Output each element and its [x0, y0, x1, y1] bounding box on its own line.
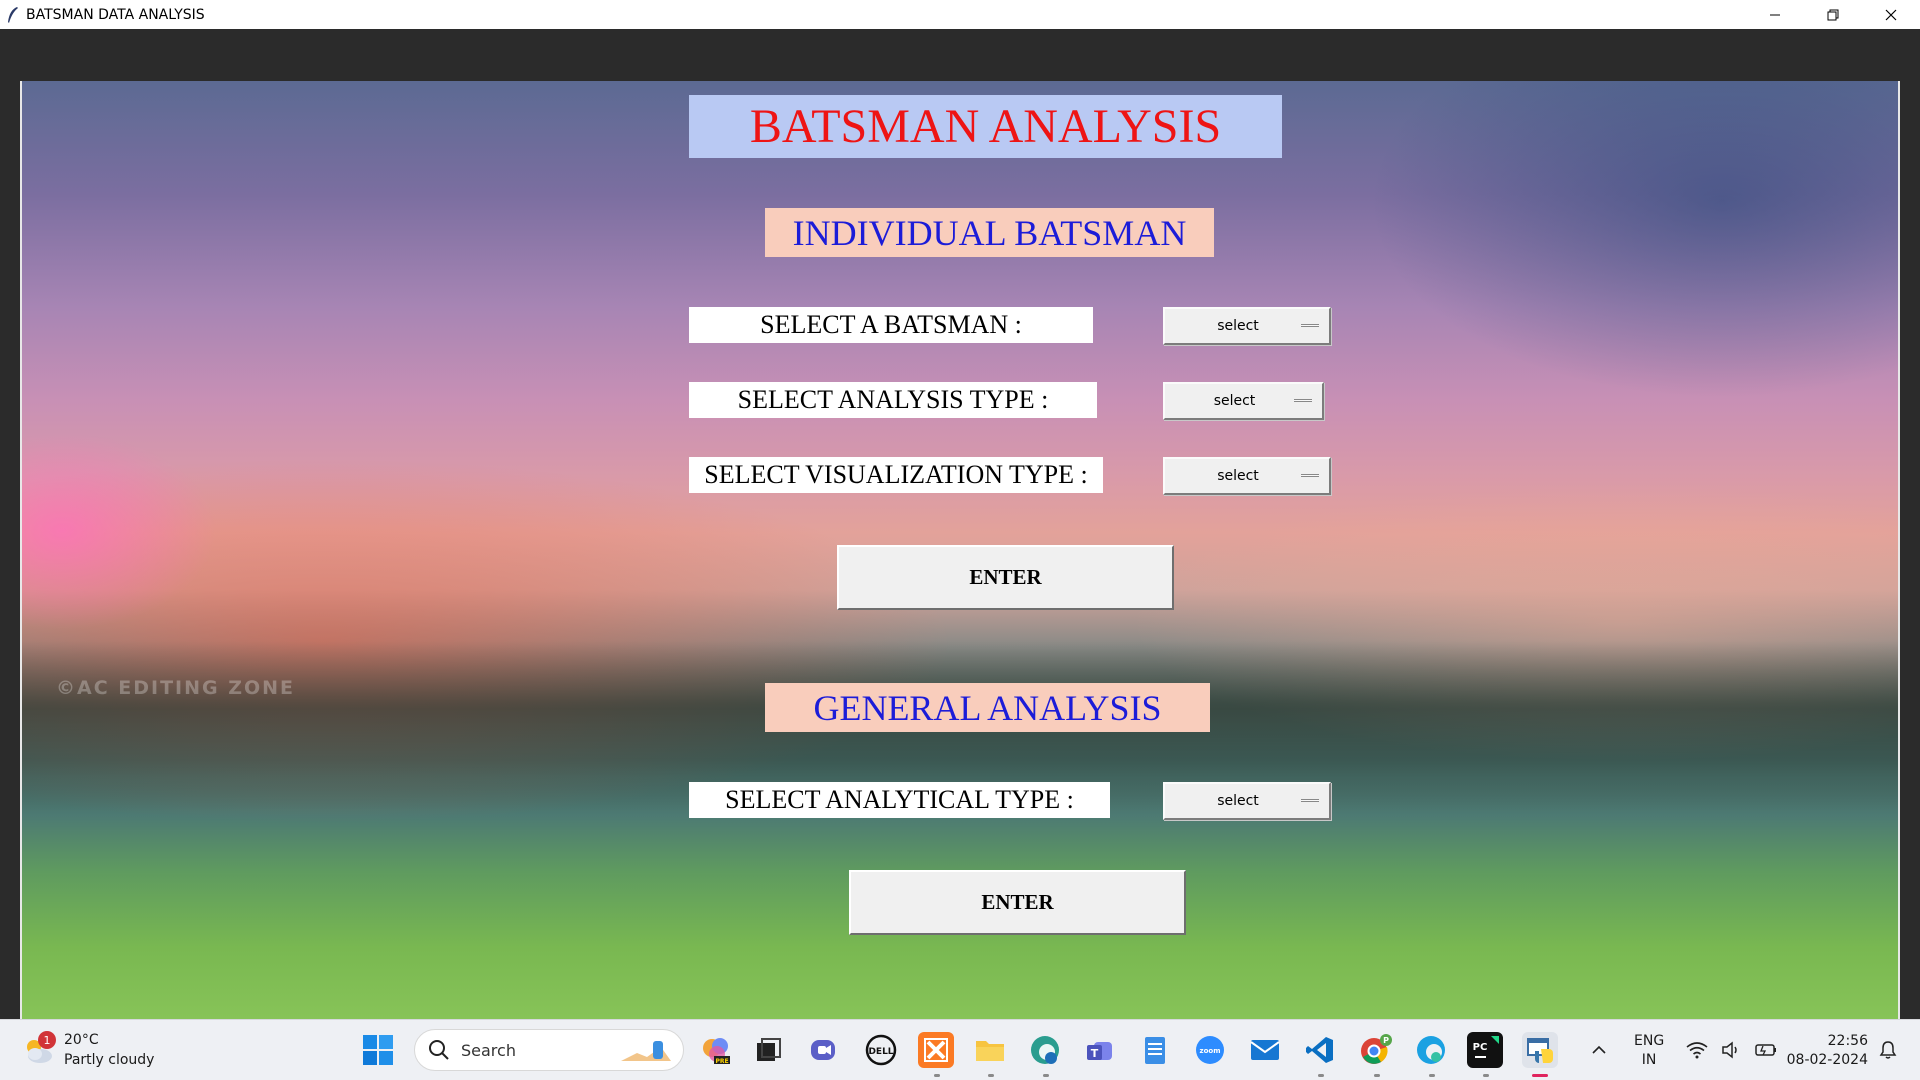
active-app-indicator — [1532, 1074, 1548, 1077]
select-visualization-type-label: SELECT VISUALIZATION TYPE : — [689, 457, 1103, 493]
individual-enter-button[interactable]: ENTER — [837, 545, 1174, 610]
edge-beta-icon[interactable] — [1027, 1032, 1063, 1068]
notifications-button[interactable] — [1874, 1036, 1902, 1064]
file-explorer-icon[interactable] — [972, 1032, 1008, 1068]
volume-icon — [1722, 1041, 1737, 1059]
language-code: ENG — [1634, 1033, 1665, 1049]
close-icon — [1885, 9, 1897, 20]
search-placeholder: Search — [461, 1040, 516, 1060]
zoom-icon[interactable]: zoom — [1192, 1032, 1228, 1068]
svg-text:PRE: PRE — [715, 1058, 728, 1065]
minimize-button[interactable] — [1746, 0, 1804, 29]
show-hidden-icons-button[interactable] — [1583, 1034, 1615, 1066]
svg-text:PC: PC — [1473, 1042, 1488, 1053]
weather-condition: Partly cloudy — [64, 1052, 155, 1068]
running-indicator — [1429, 1074, 1435, 1077]
quick-settings-button[interactable] — [1680, 1034, 1784, 1066]
bell-icon — [1879, 1041, 1897, 1059]
language-indicator[interactable]: ENG IN — [1634, 1032, 1664, 1070]
minimize-icon — [1770, 14, 1780, 15]
running-indicator — [1374, 1074, 1380, 1077]
taskbar-search[interactable]: Search — [414, 1029, 684, 1071]
running-indicator — [988, 1074, 994, 1077]
weather-temperature: 20°C — [64, 1032, 99, 1048]
clock-date: 08-02-2024 — [1786, 1052, 1868, 1068]
notepad-icon[interactable] — [1137, 1032, 1173, 1068]
mail-icon[interactable] — [1247, 1032, 1283, 1068]
weather-badge: 1 — [38, 1031, 56, 1049]
dropdown-indicator-icon — [1301, 799, 1319, 802]
stadium-background-canvas: ©AC EDITING ZONE BATSMAN ANALYSIS INDIVI… — [20, 81, 1900, 1023]
general-analysis-heading: GENERAL ANALYSIS — [765, 683, 1210, 732]
search-icon — [429, 1040, 449, 1060]
svg-text:P: P — [1383, 1036, 1389, 1045]
select-batsman-label: SELECT A BATSMAN : — [689, 307, 1093, 343]
svg-text:T: T — [1091, 1047, 1099, 1060]
taskbar: 1 20°C Partly cloudy Search PRE DELL T z… — [0, 1019, 1920, 1080]
xampp-icon[interactable] — [918, 1032, 954, 1068]
edge-icon[interactable] — [1413, 1032, 1449, 1068]
restore-icon — [1827, 9, 1839, 20]
battery-icon — [1754, 1044, 1776, 1056]
background-watermark: ©AC EDITING ZONE — [56, 677, 296, 699]
close-button[interactable] — [1862, 0, 1920, 29]
dropdown-indicator-icon — [1301, 324, 1319, 327]
batsman-dropdown[interactable]: select — [1163, 307, 1331, 345]
analytical-type-dropdown[interactable]: select — [1163, 782, 1331, 820]
page-title: BATSMAN ANALYSIS — [689, 95, 1282, 158]
window-title: BATSMAN DATA ANALYSIS — [26, 6, 205, 23]
general-enter-button[interactable]: ENTER — [849, 870, 1186, 935]
visualization-type-dropdown[interactable]: select — [1163, 457, 1331, 495]
system-clock[interactable]: 22:56 08-02-2024 — [1786, 1032, 1868, 1070]
teams-chat-icon[interactable] — [806, 1032, 842, 1068]
dropdown-indicator-icon — [1301, 474, 1319, 477]
vscode-icon[interactable] — [1302, 1032, 1338, 1068]
task-view-icon[interactable] — [750, 1032, 786, 1068]
weather-widget[interactable]: 1 20°C Partly cloudy — [22, 1030, 154, 1070]
copilot-pre-icon[interactable]: PRE — [698, 1032, 734, 1068]
window-body: ©AC EDITING ZONE BATSMAN ANALYSIS INDIVI… — [0, 29, 1920, 1023]
pycharm-icon[interactable]: PC — [1467, 1032, 1503, 1068]
start-button[interactable] — [362, 1034, 394, 1066]
select-analytical-type-label: SELECT ANALYTICAL TYPE : — [689, 782, 1110, 818]
chrome-icon[interactable]: P — [1358, 1032, 1394, 1068]
partly-cloudy-icon: 1 — [22, 1031, 56, 1065]
individual-batsman-heading: INDIVIDUAL BATSMAN — [765, 208, 1214, 257]
tk-feather-icon — [8, 6, 18, 23]
clock-time: 22:56 — [1827, 1033, 1868, 1049]
running-indicator — [934, 1074, 940, 1077]
svg-text:DELL: DELL — [868, 1047, 893, 1057]
search-highlight-art-icon — [621, 1041, 671, 1061]
analysis-type-dropdown[interactable]: select — [1163, 382, 1324, 420]
running-indicator — [1043, 1074, 1049, 1077]
language-region: IN — [1641, 1052, 1657, 1068]
svg-text:zoom: zoom — [1200, 1047, 1221, 1055]
teams-icon[interactable]: T — [1082, 1032, 1118, 1068]
select-analysis-type-label: SELECT ANALYSIS TYPE : — [689, 382, 1097, 418]
dropdown-indicator-icon — [1294, 399, 1312, 402]
window-titlebar: BATSMAN DATA ANALYSIS — [0, 0, 1920, 29]
windows-logo-icon — [363, 1035, 393, 1065]
running-indicator — [1483, 1074, 1489, 1077]
restore-button[interactable] — [1804, 0, 1862, 29]
dell-icon[interactable]: DELL — [863, 1032, 899, 1068]
chevron-up-icon — [1592, 1045, 1606, 1054]
window-controls — [1746, 0, 1920, 29]
running-indicator — [1318, 1074, 1324, 1077]
wifi-icon — [1686, 1042, 1708, 1059]
python-idle-icon[interactable] — [1522, 1032, 1558, 1068]
